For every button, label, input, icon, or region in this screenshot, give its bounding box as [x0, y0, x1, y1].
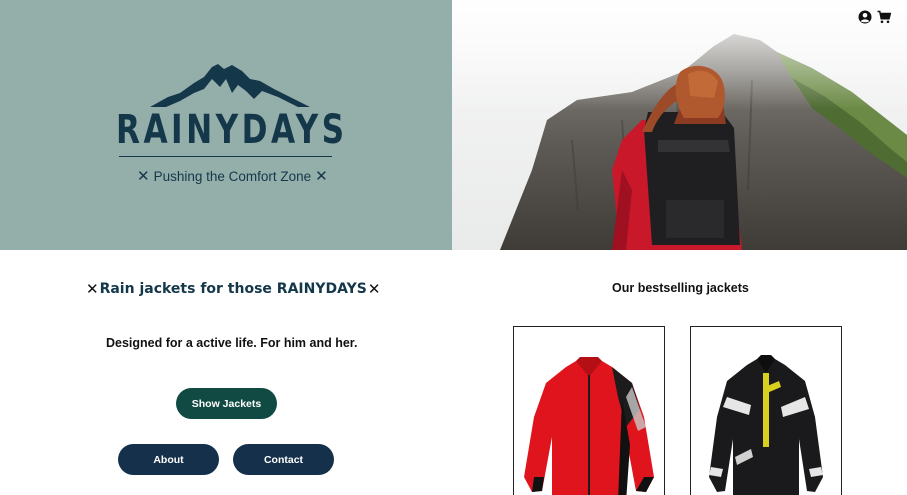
tagline-cross-icon: ✕ — [315, 168, 328, 185]
promo-heading: ✕ Rain jackets for those RAINYDAYS ✕ — [86, 280, 380, 298]
brand-tagline: ✕ Pushing the Comfort Zone ✕ — [137, 166, 328, 186]
hero-brand-panel: RAINYDAYS ✕ Pushing the Comfort Zone ✕ — [0, 0, 452, 250]
hiker-cliff-photo — [452, 0, 907, 250]
contact-button[interactable]: Contact — [233, 444, 334, 475]
tagline-cross-icon: ✕ — [137, 168, 150, 185]
about-button[interactable]: About — [118, 444, 219, 475]
promo-subtitle: Designed for a active life. For him and … — [106, 336, 358, 350]
user-account-icon[interactable] — [858, 10, 872, 24]
hero-banner: RAINYDAYS ✕ Pushing the Comfort Zone ✕ — [0, 0, 907, 250]
brand-divider — [119, 156, 332, 157]
heading-cross-icon: ✕ — [367, 280, 381, 298]
tagline-text: Pushing the Comfort Zone — [153, 168, 312, 184]
show-jackets-button[interactable]: Show Jackets — [176, 388, 277, 419]
red-jacket-image — [524, 357, 654, 495]
header-actions — [858, 10, 892, 24]
product-card[interactable] — [513, 326, 665, 495]
shopping-cart-icon[interactable] — [877, 10, 892, 24]
mountain-logo-icon — [150, 64, 310, 107]
bestselling-heading: Our bestselling jackets — [612, 281, 749, 295]
brand-wordmark: RAINYDAYS — [116, 107, 348, 153]
heading-cross-icon: ✕ — [86, 280, 99, 298]
hero-photo — [452, 0, 907, 250]
promo-heading-text: Rain jackets for those RAINYDAYS — [99, 281, 367, 297]
black-jacket-image — [709, 355, 823, 495]
product-card[interactable] — [690, 326, 842, 495]
